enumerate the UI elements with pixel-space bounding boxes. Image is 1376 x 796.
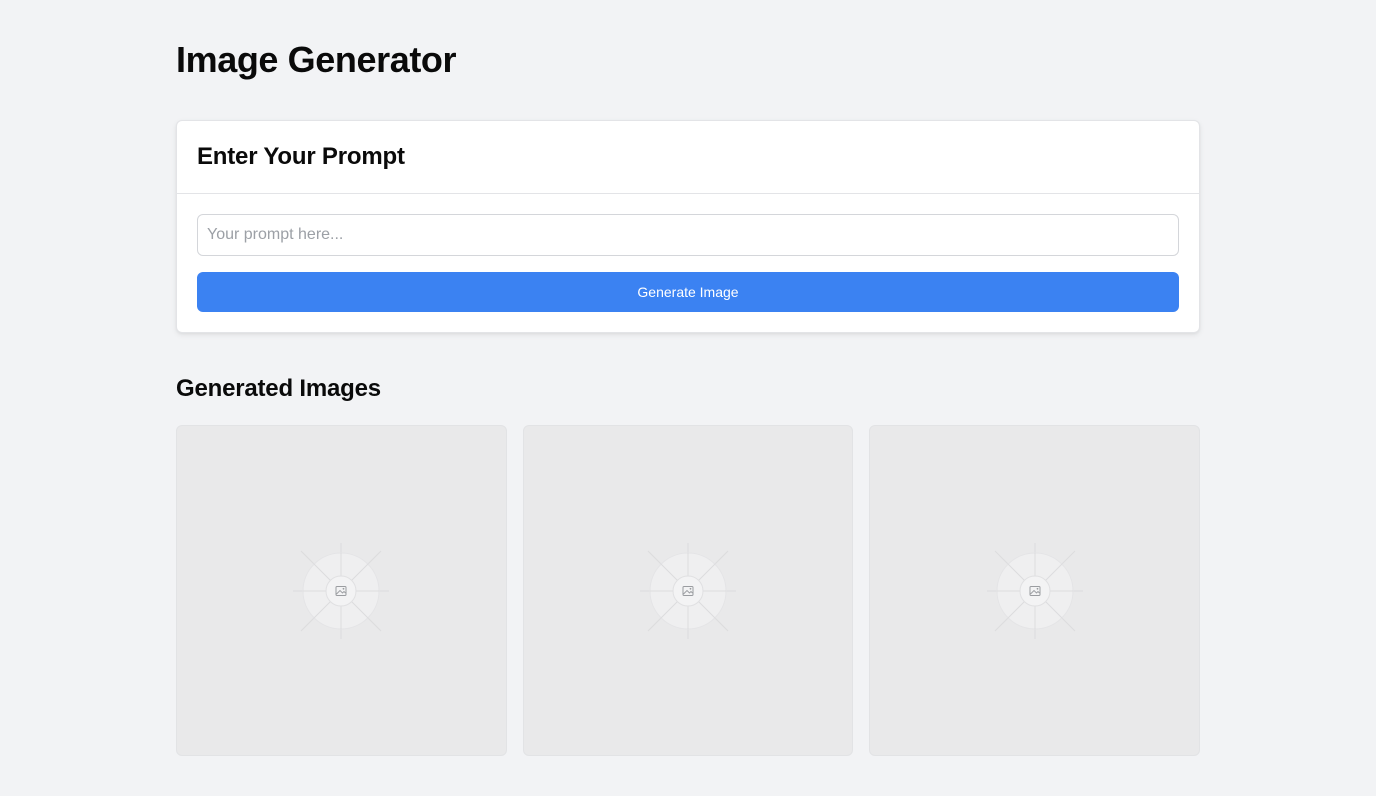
prompt-card: Enter Your Prompt Generate Image [176,120,1200,333]
image-placeholder-icon [640,542,736,639]
page-title: Image Generator [176,39,457,80]
image-tile[interactable] [522,425,854,756]
prompt-card-header: Enter Your Prompt [177,121,1199,194]
prompt-input[interactable] [197,214,1179,256]
generated-images-title: Generated Images [176,375,381,402]
image-grid [176,425,1201,756]
image-tile[interactable] [176,425,507,756]
image-tile[interactable] [869,425,1201,756]
generate-image-button[interactable]: Generate Image [197,272,1179,312]
prompt-card-title: Enter Your Prompt [197,143,405,170]
image-placeholder-icon [986,542,1083,639]
image-placeholder-icon [293,542,390,639]
